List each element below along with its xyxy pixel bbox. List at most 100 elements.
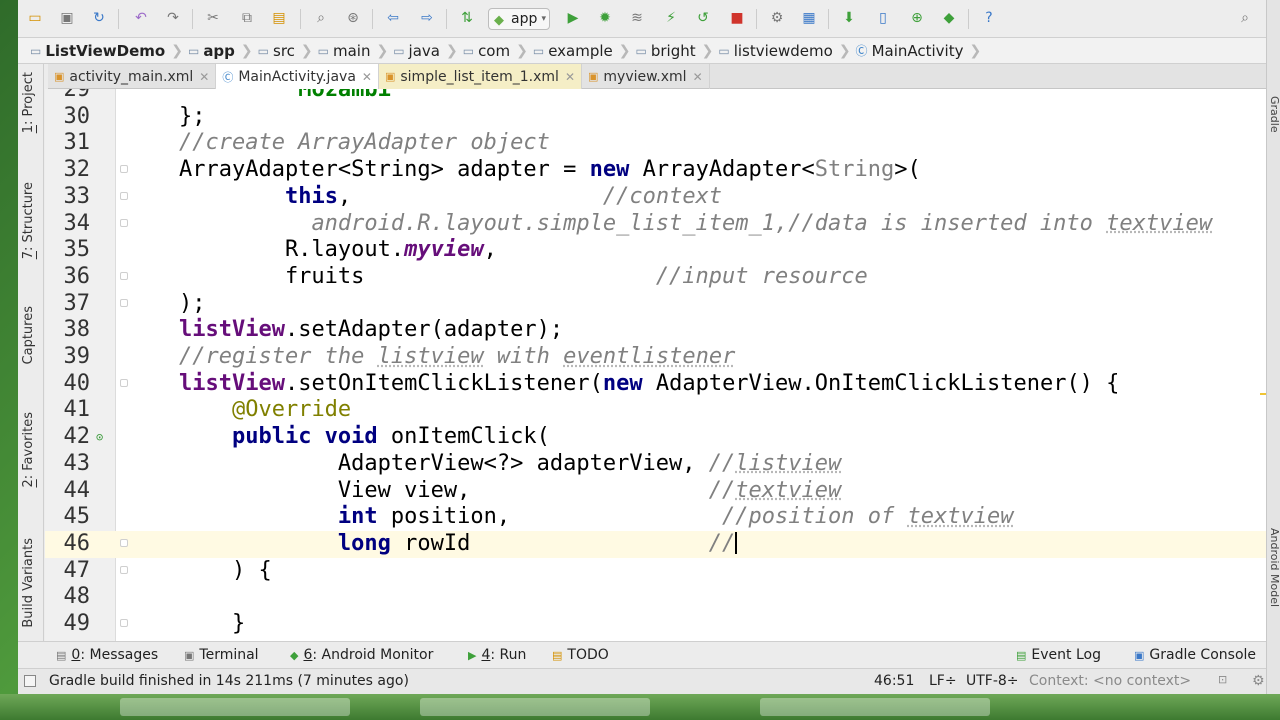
code-text[interactable]: };	[126, 104, 206, 131]
breadcrumb-item-example[interactable]: ▭ example ❯	[531, 38, 634, 64]
code-text[interactable]: android.R.layout.simple_list_item_1,//da…	[126, 211, 1212, 238]
breadcrumb-item-project[interactable]: ▭ ListViewDemo ❯	[28, 38, 186, 64]
breadcrumb-item-java[interactable]: ▭ java ❯	[391, 38, 461, 64]
stop-icon[interactable]: ■	[728, 9, 746, 27]
breadcrumb-item-bright[interactable]: ▭ bright ❯	[634, 38, 717, 64]
sync-icon[interactable]: ↻	[90, 9, 108, 27]
make-project-icon[interactable]: ⇅	[458, 9, 476, 27]
code-line[interactable]: 32 ArrayAdapter<String> adapter = new Ar…	[45, 157, 1267, 184]
code-text[interactable]: @Override	[126, 397, 351, 424]
tool-structure[interactable]: 7: Structure	[21, 182, 36, 259]
code-text[interactable]: //create ArrayAdapter object	[126, 130, 550, 157]
code-text[interactable]: int position, //position of textview	[126, 504, 1014, 531]
code-text[interactable]: AdapterView<?> adapterView, //listview	[126, 451, 841, 478]
tool-run[interactable]: ▶ 4: Run	[468, 647, 526, 663]
code-line[interactable]: 43 AdapterView<?> adapterView, //listvie…	[45, 451, 1267, 478]
code-line[interactable]: 42 ⊙ public void onItemClick(	[45, 424, 1267, 451]
undo-icon[interactable]: ↶	[132, 9, 150, 27]
code-line[interactable]: 33 this, //context	[45, 184, 1267, 211]
avd-manager-icon[interactable]: ▯	[874, 9, 892, 27]
code-text[interactable]: );	[126, 291, 206, 318]
tool-gradle[interactable]: Gradle	[1268, 96, 1280, 133]
rerun-icon[interactable]: ↺	[694, 9, 712, 27]
copy-icon[interactable]: ⧉	[238, 9, 256, 27]
close-tab-icon[interactable]: ✕	[693, 70, 703, 84]
code-line[interactable]: 47 ) {	[45, 558, 1267, 585]
tool-gradle-console[interactable]: ▣ Gradle Console	[1134, 647, 1256, 663]
code-line[interactable]: 30 };	[45, 104, 1267, 131]
lock-icon[interactable]: ⊡	[1218, 673, 1227, 686]
code-text[interactable]: //register the listview with eventlisten…	[126, 344, 735, 371]
code-line[interactable]: 37 );	[45, 291, 1267, 318]
forward-icon[interactable]: ⇨	[418, 9, 436, 27]
tool-android-monitor[interactable]: ◆ 6: Android Monitor	[290, 647, 433, 663]
tab-simple-list-item-1-xml[interactable]: ▣ simple_list_item_1.xml ✕	[378, 64, 583, 89]
status-message[interactable]: Gradle build finished in 14s 211ms (7 mi…	[49, 673, 409, 689]
code-line[interactable]: 40 listView.setOnItemClickListener(new A…	[45, 371, 1267, 398]
replace-icon[interactable]: ⊛	[344, 9, 362, 27]
code-text[interactable]: ArrayAdapter<String> adapter = new Array…	[126, 157, 921, 184]
find-icon[interactable]: ⌕	[312, 9, 330, 27]
code-text[interactable]: View view, //textview	[126, 478, 841, 505]
android-sdk-icon[interactable]: ◆	[940, 9, 958, 27]
tool-android-model[interactable]: Android Model	[1268, 528, 1280, 607]
tool-messages[interactable]: ▤ 0: Messages	[56, 647, 158, 663]
code-text[interactable]: }	[126, 611, 245, 638]
paste-icon[interactable]: ▤	[270, 9, 288, 27]
override-marker-icon[interactable]: ⊙	[96, 424, 103, 451]
code-line[interactable]: 29 "Mozambi"	[45, 89, 1267, 104]
code-editor[interactable]: 29 "Mozambi" 30 }; 31 //create ArrayAdapte…	[45, 89, 1267, 641]
code-line[interactable]: 48	[45, 584, 1267, 611]
line-separator-select[interactable]: LF÷	[929, 673, 957, 689]
tool-todo[interactable]: ▤ TODO	[552, 647, 609, 663]
code-line[interactable]: 45 int position, //position of textview	[45, 504, 1267, 531]
help-icon[interactable]: ?	[980, 9, 998, 27]
code-text[interactable]: public void onItemClick(	[126, 424, 550, 451]
code-line[interactable]: 39 //register the listview with eventlis…	[45, 344, 1267, 371]
tool-terminal[interactable]: ▣ Terminal	[184, 647, 259, 663]
caret-position[interactable]: 46:51	[874, 673, 914, 689]
close-tab-icon[interactable]: ✕	[362, 70, 372, 84]
code-line[interactable]: 34 android.R.layout.simple_list_item_1,/…	[45, 211, 1267, 238]
cut-icon[interactable]: ✂	[204, 9, 222, 27]
code-line[interactable]: 36 fruits //input resource	[45, 264, 1267, 291]
device-monitor-icon[interactable]: ⊕	[908, 9, 926, 27]
attach-debugger-icon[interactable]: ≋	[628, 9, 646, 27]
code-line[interactable]: 41 @Override	[45, 397, 1267, 424]
code-text[interactable]: listView.setOnItemClickListener(new Adap…	[126, 371, 1119, 398]
tool-event-log[interactable]: ▤ Event Log	[1016, 647, 1101, 663]
tool-project[interactable]: 1: Project	[21, 72, 36, 133]
breadcrumb-item-src[interactable]: ▭ src ❯	[256, 38, 316, 64]
tool-windows-toggle-icon[interactable]	[24, 675, 36, 687]
tool-favorites[interactable]: 2: Favorites	[21, 412, 36, 488]
run-config-select[interactable]: ◆ app ▾	[488, 8, 550, 30]
encoding-select[interactable]: UTF-8÷	[966, 673, 1019, 689]
breadcrumb-item-com[interactable]: ▭ com ❯	[461, 38, 531, 64]
save-all-icon[interactable]: ▣	[58, 9, 76, 27]
close-tab-icon[interactable]: ✕	[565, 70, 575, 84]
search-everywhere-icon[interactable]: ⌕	[1236, 9, 1254, 27]
tab-mainactivity-java[interactable]: Ⓒ MainActivity.java ✕	[216, 64, 379, 89]
breadcrumb-item-main[interactable]: ▭ main ❯	[316, 38, 392, 64]
settings-icon[interactable]: ⚙	[768, 9, 786, 27]
code-line[interactable]: 31 //create ArrayAdapter object	[45, 130, 1267, 157]
code-text[interactable]: fruits //input resource	[126, 264, 868, 291]
code-text[interactable]: R.layout.myview,	[126, 237, 497, 264]
code-text[interactable]: listView.setAdapter(adapter);	[126, 317, 563, 344]
debug-icon[interactable]: ✹	[596, 9, 614, 27]
run-icon[interactable]: ▶	[564, 9, 582, 27]
code-text[interactable]: ) {	[126, 558, 272, 585]
tool-captures[interactable]: Captures	[21, 306, 36, 364]
breadcrumb-item-app[interactable]: ▭ app ❯	[186, 38, 256, 64]
breadcrumb-item-mainactivity[interactable]: Ⓒ MainActivity ❯	[854, 38, 985, 64]
code-line[interactable]: 35 R.layout.myview,	[45, 237, 1267, 264]
redo-icon[interactable]: ↷	[164, 9, 182, 27]
breadcrumb-item-listviewdemo[interactable]: ▭ listviewdemo ❯	[716, 38, 853, 64]
code-line[interactable]: 44 View view, //textview	[45, 478, 1267, 505]
code-text[interactable]: this, //context	[126, 184, 722, 211]
inspector-icon[interactable]: ⚙	[1252, 673, 1265, 689]
close-tab-icon[interactable]: ✕	[199, 70, 209, 84]
tab-activity-main-xml[interactable]: ▣ activity_main.xml ✕	[48, 64, 217, 89]
open-folder-icon[interactable]: ▭	[26, 9, 44, 27]
tab-myview-xml[interactable]: ▣ myview.xml ✕	[582, 64, 710, 89]
